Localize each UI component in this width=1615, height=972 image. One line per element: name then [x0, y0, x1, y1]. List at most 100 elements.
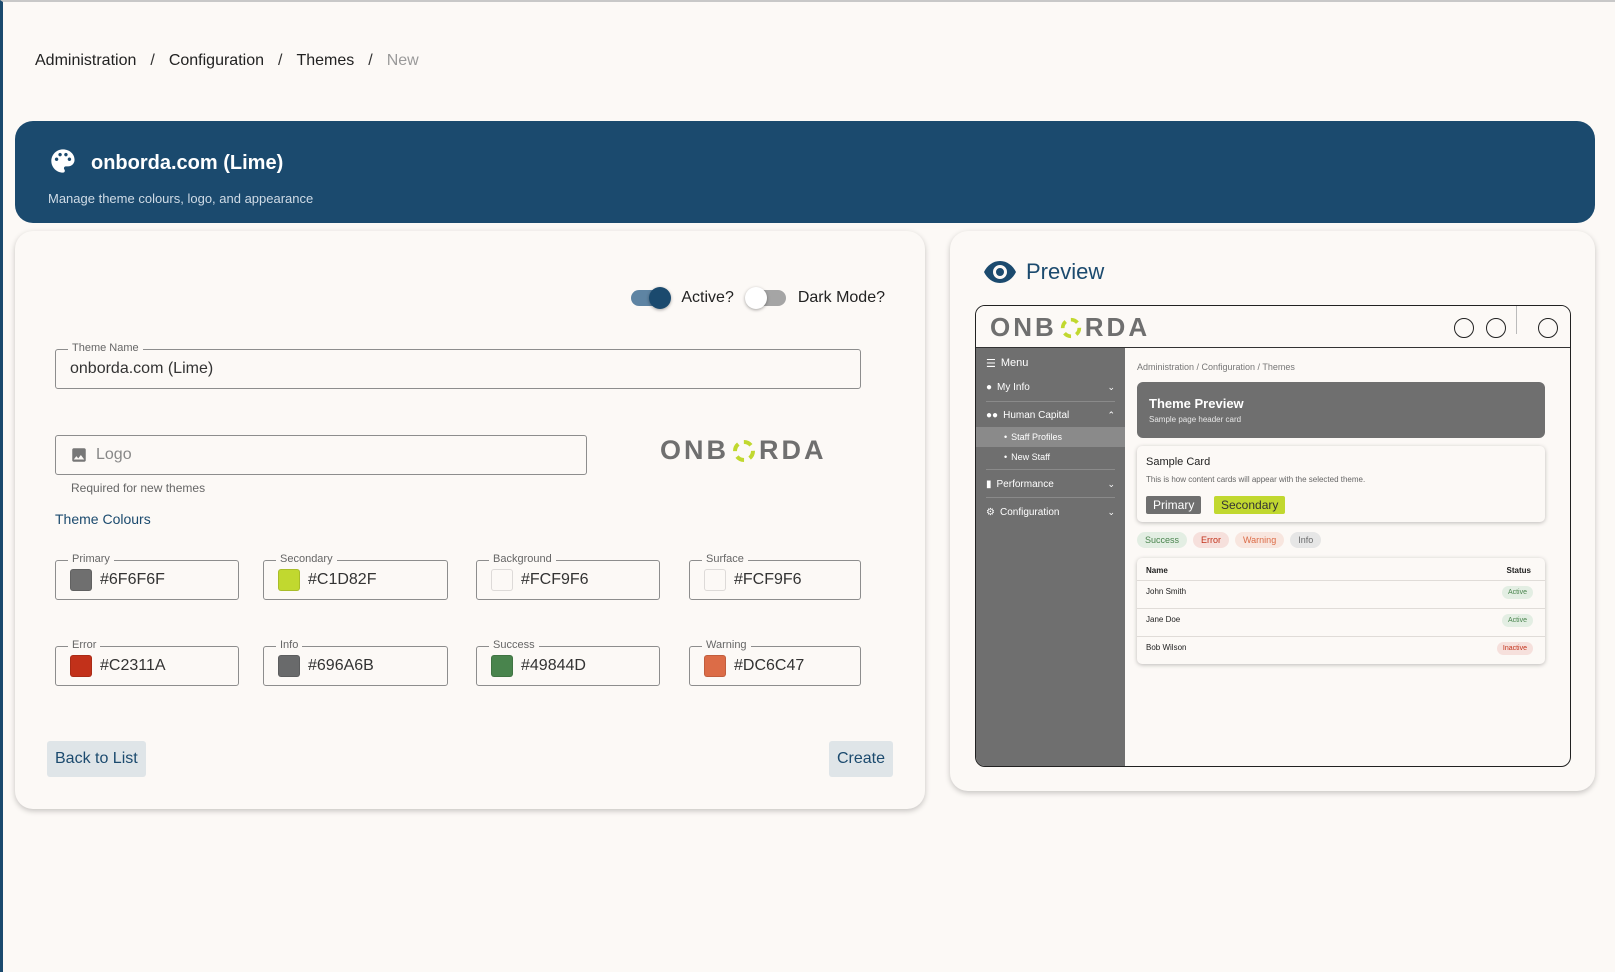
theme-colours-heading: Theme Colours	[55, 511, 151, 527]
mock-action-icon	[1486, 318, 1506, 338]
secondary-colour-swatch[interactable]	[278, 569, 300, 591]
surface-colour-value: #FCF9F6	[734, 571, 802, 588]
toggle-group: Active? Dark Mode?	[631, 287, 885, 309]
breadcrumb-separator: /	[278, 52, 283, 69]
info-colour-field[interactable]: Info #696A6B	[263, 639, 448, 686]
warning-colour-value: #DC6C47	[734, 657, 805, 674]
mock-header-subtitle: Sample page header card	[1149, 415, 1242, 424]
mock-sidebar-sub-new-staff: • New Staff	[1004, 452, 1051, 462]
mock-card-title: Sample Card	[1146, 456, 1211, 468]
theme-name-value: onborda.com (Lime)	[70, 360, 214, 377]
active-switch[interactable]	[631, 287, 672, 309]
onborda-mark-icon	[1059, 316, 1083, 340]
primary-colour-label: Primary	[68, 553, 114, 565]
mock-sidebar-item-performance: ▮ Performance ⌄	[986, 478, 1115, 490]
secondary-colour-field[interactable]: Secondary #C1D82F	[263, 553, 448, 600]
warning-colour-swatch[interactable]	[704, 655, 726, 677]
success-colour-swatch[interactable]	[491, 655, 513, 677]
mock-logo: ONB RDA	[990, 312, 1151, 342]
warning-colour-field[interactable]: Warning #DC6C47	[689, 639, 861, 686]
dark-mode-toggle[interactable]: Dark Mode?	[744, 287, 885, 309]
table-row: John Smith Active	[1137, 580, 1545, 608]
onborda-logo: ONB RDA	[660, 435, 827, 465]
background-colour-swatch[interactable]	[491, 569, 513, 591]
primary-colour-swatch[interactable]	[70, 569, 92, 591]
gear-icon: ⚙	[986, 506, 995, 518]
palette-icon	[49, 147, 77, 180]
breadcrumb-separator: /	[368, 52, 373, 69]
success-colour-value: #49844D	[521, 657, 586, 674]
error-colour-field[interactable]: Error #C2311A	[55, 639, 239, 686]
mock-secondary-button: Secondary	[1214, 496, 1286, 514]
chevron-down-icon: ⌄	[1107, 381, 1115, 392]
create-button[interactable]: Create	[828, 741, 893, 777]
menu-icon: ☰	[986, 357, 996, 370]
mock-header-title: Theme Preview	[1149, 396, 1244, 411]
table-row: Bob Wilson Inactive	[1137, 636, 1545, 664]
mock-app-bar: ONB RDA	[976, 306, 1570, 348]
mock-chip-warning: Warning	[1235, 532, 1285, 548]
back-to-list-button[interactable]: Back to List	[47, 741, 146, 777]
table-cell-name: John Smith	[1146, 587, 1187, 596]
error-colour-value: #C2311A	[100, 657, 166, 674]
theme-form-card: Active? Dark Mode? Theme Name onborda.co…	[15, 231, 925, 809]
status-badge: Active	[1501, 586, 1533, 599]
onborda-mark-icon	[731, 438, 757, 464]
surface-colour-label: Surface	[702, 553, 748, 565]
primary-colour-field[interactable]: Primary #6F6F6F	[55, 553, 239, 600]
success-colour-field[interactable]: Success #49844D	[476, 639, 660, 686]
status-badge: Active	[1501, 614, 1533, 627]
breadcrumb-item-themes[interactable]: Themes	[296, 52, 354, 70]
mock-chip-info: Info	[1290, 532, 1322, 548]
mock-chip-success: Success	[1137, 532, 1188, 548]
status-badge: Inactive	[1496, 642, 1533, 655]
warning-colour-label: Warning	[702, 639, 751, 651]
info-colour-swatch[interactable]	[278, 655, 300, 677]
theme-name-field[interactable]: Theme Name onborda.com (Lime)	[55, 342, 861, 389]
secondary-colour-value: #C1D82F	[308, 571, 377, 588]
breadcrumb-separator: /	[150, 52, 155, 69]
mock-sidebar: ☰ Menu ● My Info ⌄ ●● Human Capital ⌃ • Staf…	[976, 348, 1125, 766]
info-colour-label: Info	[276, 639, 303, 651]
info-colour-value: #696A6B	[308, 657, 374, 674]
mock-sidebar-sub-staff-profiles: • Staff Profiles	[976, 427, 1125, 447]
active-toggle-label: Active?	[681, 289, 734, 306]
background-colour-field[interactable]: Background #FCF9F6	[476, 553, 660, 600]
mock-action-icon	[1454, 318, 1474, 338]
mock-status-chips: Success Error Warning Info	[1137, 532, 1322, 548]
surface-colour-swatch[interactable]	[704, 569, 726, 591]
error-colour-label: Error	[68, 639, 101, 651]
preview-heading: Preview	[984, 259, 1104, 285]
mock-sidebar-item-my-info: ● My Info ⌄	[986, 381, 1115, 393]
mock-card-text: This is how content cards will appear wi…	[1146, 475, 1366, 484]
breadcrumb-item-configuration[interactable]: Configuration	[169, 52, 264, 70]
dark-mode-switch[interactable]	[744, 287, 786, 309]
breadcrumb-item-administration[interactable]: Administration	[35, 52, 136, 70]
dark-mode-toggle-label: Dark Mode?	[797, 289, 885, 306]
logo-placeholder: Logo	[96, 446, 132, 463]
primary-colour-value: #6F6F6F	[100, 571, 165, 588]
active-toggle[interactable]: Active?	[631, 287, 734, 309]
error-colour-swatch[interactable]	[70, 655, 92, 677]
table-row: Jane Doe Active	[1137, 608, 1545, 636]
background-colour-label: Background	[489, 553, 556, 565]
mock-sidebar-item-human-capital: ●● Human Capital ⌃	[986, 409, 1115, 421]
mock-table: Name Status John Smith Active Jane Doe A…	[1137, 558, 1545, 664]
mock-account-icon	[1538, 318, 1558, 338]
bar-chart-icon: ▮	[986, 478, 992, 490]
eye-icon	[984, 261, 1016, 283]
surface-colour-field[interactable]: Surface #FCF9F6	[689, 553, 861, 600]
mock-main-content: Administration / Configuration / Themes …	[1125, 348, 1570, 766]
chevron-down-icon: ⌄	[1107, 506, 1115, 517]
image-icon	[70, 446, 88, 464]
mock-chip-error: Error	[1193, 532, 1230, 548]
page-title: onborda.com (Lime)	[91, 152, 284, 174]
mock-sample-card: Sample Card This is how content cards wi…	[1137, 446, 1545, 522]
chevron-down-icon: ⌄	[1107, 478, 1115, 489]
table-cell-name: Jane Doe	[1146, 615, 1181, 624]
logo-hint: Required for new themes	[71, 481, 206, 495]
logo-upload-field[interactable]: Logo	[55, 435, 587, 475]
people-icon: •	[1004, 432, 1008, 442]
mock-table-header-name: Name	[1146, 566, 1168, 575]
mock-breadcrumb: Administration / Configuration / Themes	[1137, 362, 1295, 372]
